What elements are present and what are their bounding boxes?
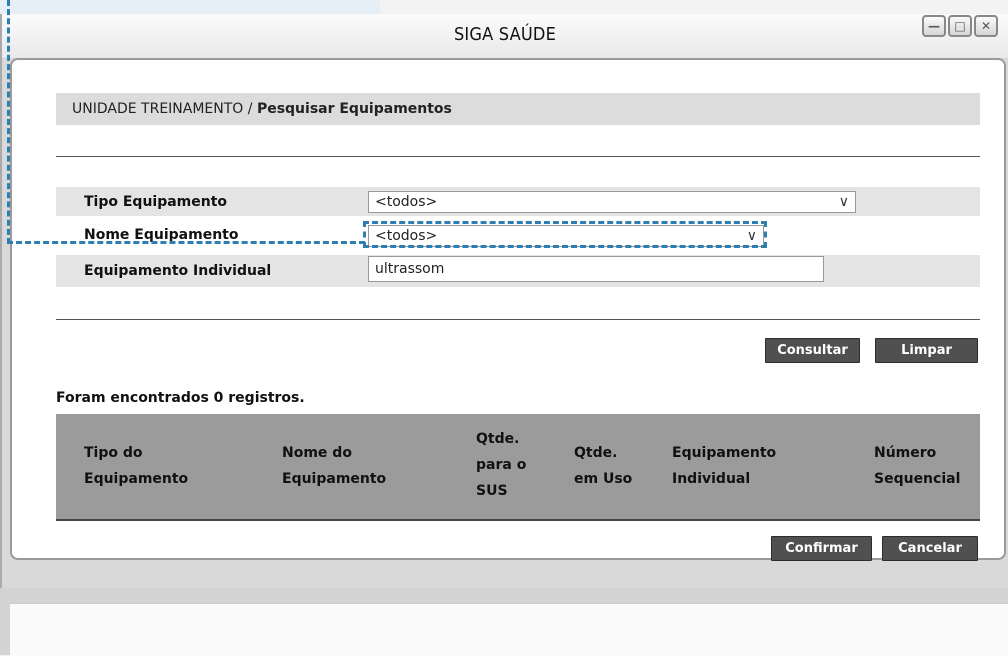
maximize-icon[interactable]: □	[948, 15, 972, 37]
window-title: SIGA SAÚDE	[453, 24, 557, 45]
main-panel: UNIDADE TREINAMENTO / Pesquisar Equipame…	[10, 58, 1006, 561]
chevron-down-icon: ∨	[838, 194, 849, 210]
col-qtde-uso: Qtde. em Uso	[574, 445, 633, 487]
footer-area	[10, 603, 1008, 656]
col-equipamento-individual: Equipamento Individual	[672, 445, 777, 487]
row-nome-equipamento: Nome Equipamento <todos> ∨	[56, 223, 980, 250]
row-equipamento-individual: Equipamento Individual ultrassom	[56, 255, 980, 287]
title-bar: SIGA SAÚDE — □ ✕	[2, 14, 1008, 59]
breadcrumb: UNIDADE TREINAMENTO / Pesquisar Equipame…	[56, 93, 980, 125]
highlight-line	[7, 241, 365, 244]
page-title: Pesquisar Equipamentos	[256, 101, 452, 117]
chevron-down-icon: ∨	[746, 228, 757, 244]
minimize-icon[interactable]: —	[922, 15, 946, 37]
divider	[56, 319, 980, 320]
close-icon[interactable]: ✕	[974, 15, 998, 37]
equipamento-individual-label: Equipamento Individual	[84, 263, 272, 279]
nome-equipamento-select[interactable]: <todos> ∨	[368, 225, 764, 247]
col-nome-equipamento: Nome do Equipamento	[282, 445, 387, 487]
breadcrumb-unit: UNIDADE TREINAMENTO /	[72, 101, 253, 117]
limpar-button[interactable]: Limpar	[875, 338, 978, 363]
window-controls: — □ ✕	[922, 15, 998, 37]
equipamento-individual-input[interactable]: ultrassom	[368, 256, 824, 282]
row-tipo-equipamento: Tipo Equipamento <todos> ∨	[56, 187, 980, 216]
highlight-line	[7, 0, 10, 244]
tipo-equipamento-label: Tipo Equipamento	[84, 194, 228, 210]
confirmar-button[interactable]: Confirmar	[771, 536, 872, 561]
consultar-button[interactable]: Consultar	[765, 338, 860, 363]
divider	[56, 156, 980, 157]
col-tipo-equipamento: Tipo do Equipamento	[84, 445, 189, 487]
results-count: Foram encontrados 0 registros.	[56, 390, 305, 406]
tipo-equipamento-value: <todos>	[375, 194, 438, 210]
col-qtde-sus: Qtde. para o SUS	[476, 431, 527, 499]
background-strip	[0, 0, 380, 14]
col-numero-sequencial: Número Sequencial	[874, 445, 961, 487]
cancelar-button[interactable]: Cancelar	[882, 536, 978, 561]
tipo-equipamento-select[interactable]: <todos> ∨	[368, 191, 856, 213]
app-window: SIGA SAÚDE — □ ✕ UNIDADE TREINAMENTO / P…	[0, 14, 1008, 655]
results-table-header: Tipo do Equipamento Nome do Equipamento …	[56, 414, 980, 521]
nome-equipamento-value: <todos>	[375, 228, 438, 244]
